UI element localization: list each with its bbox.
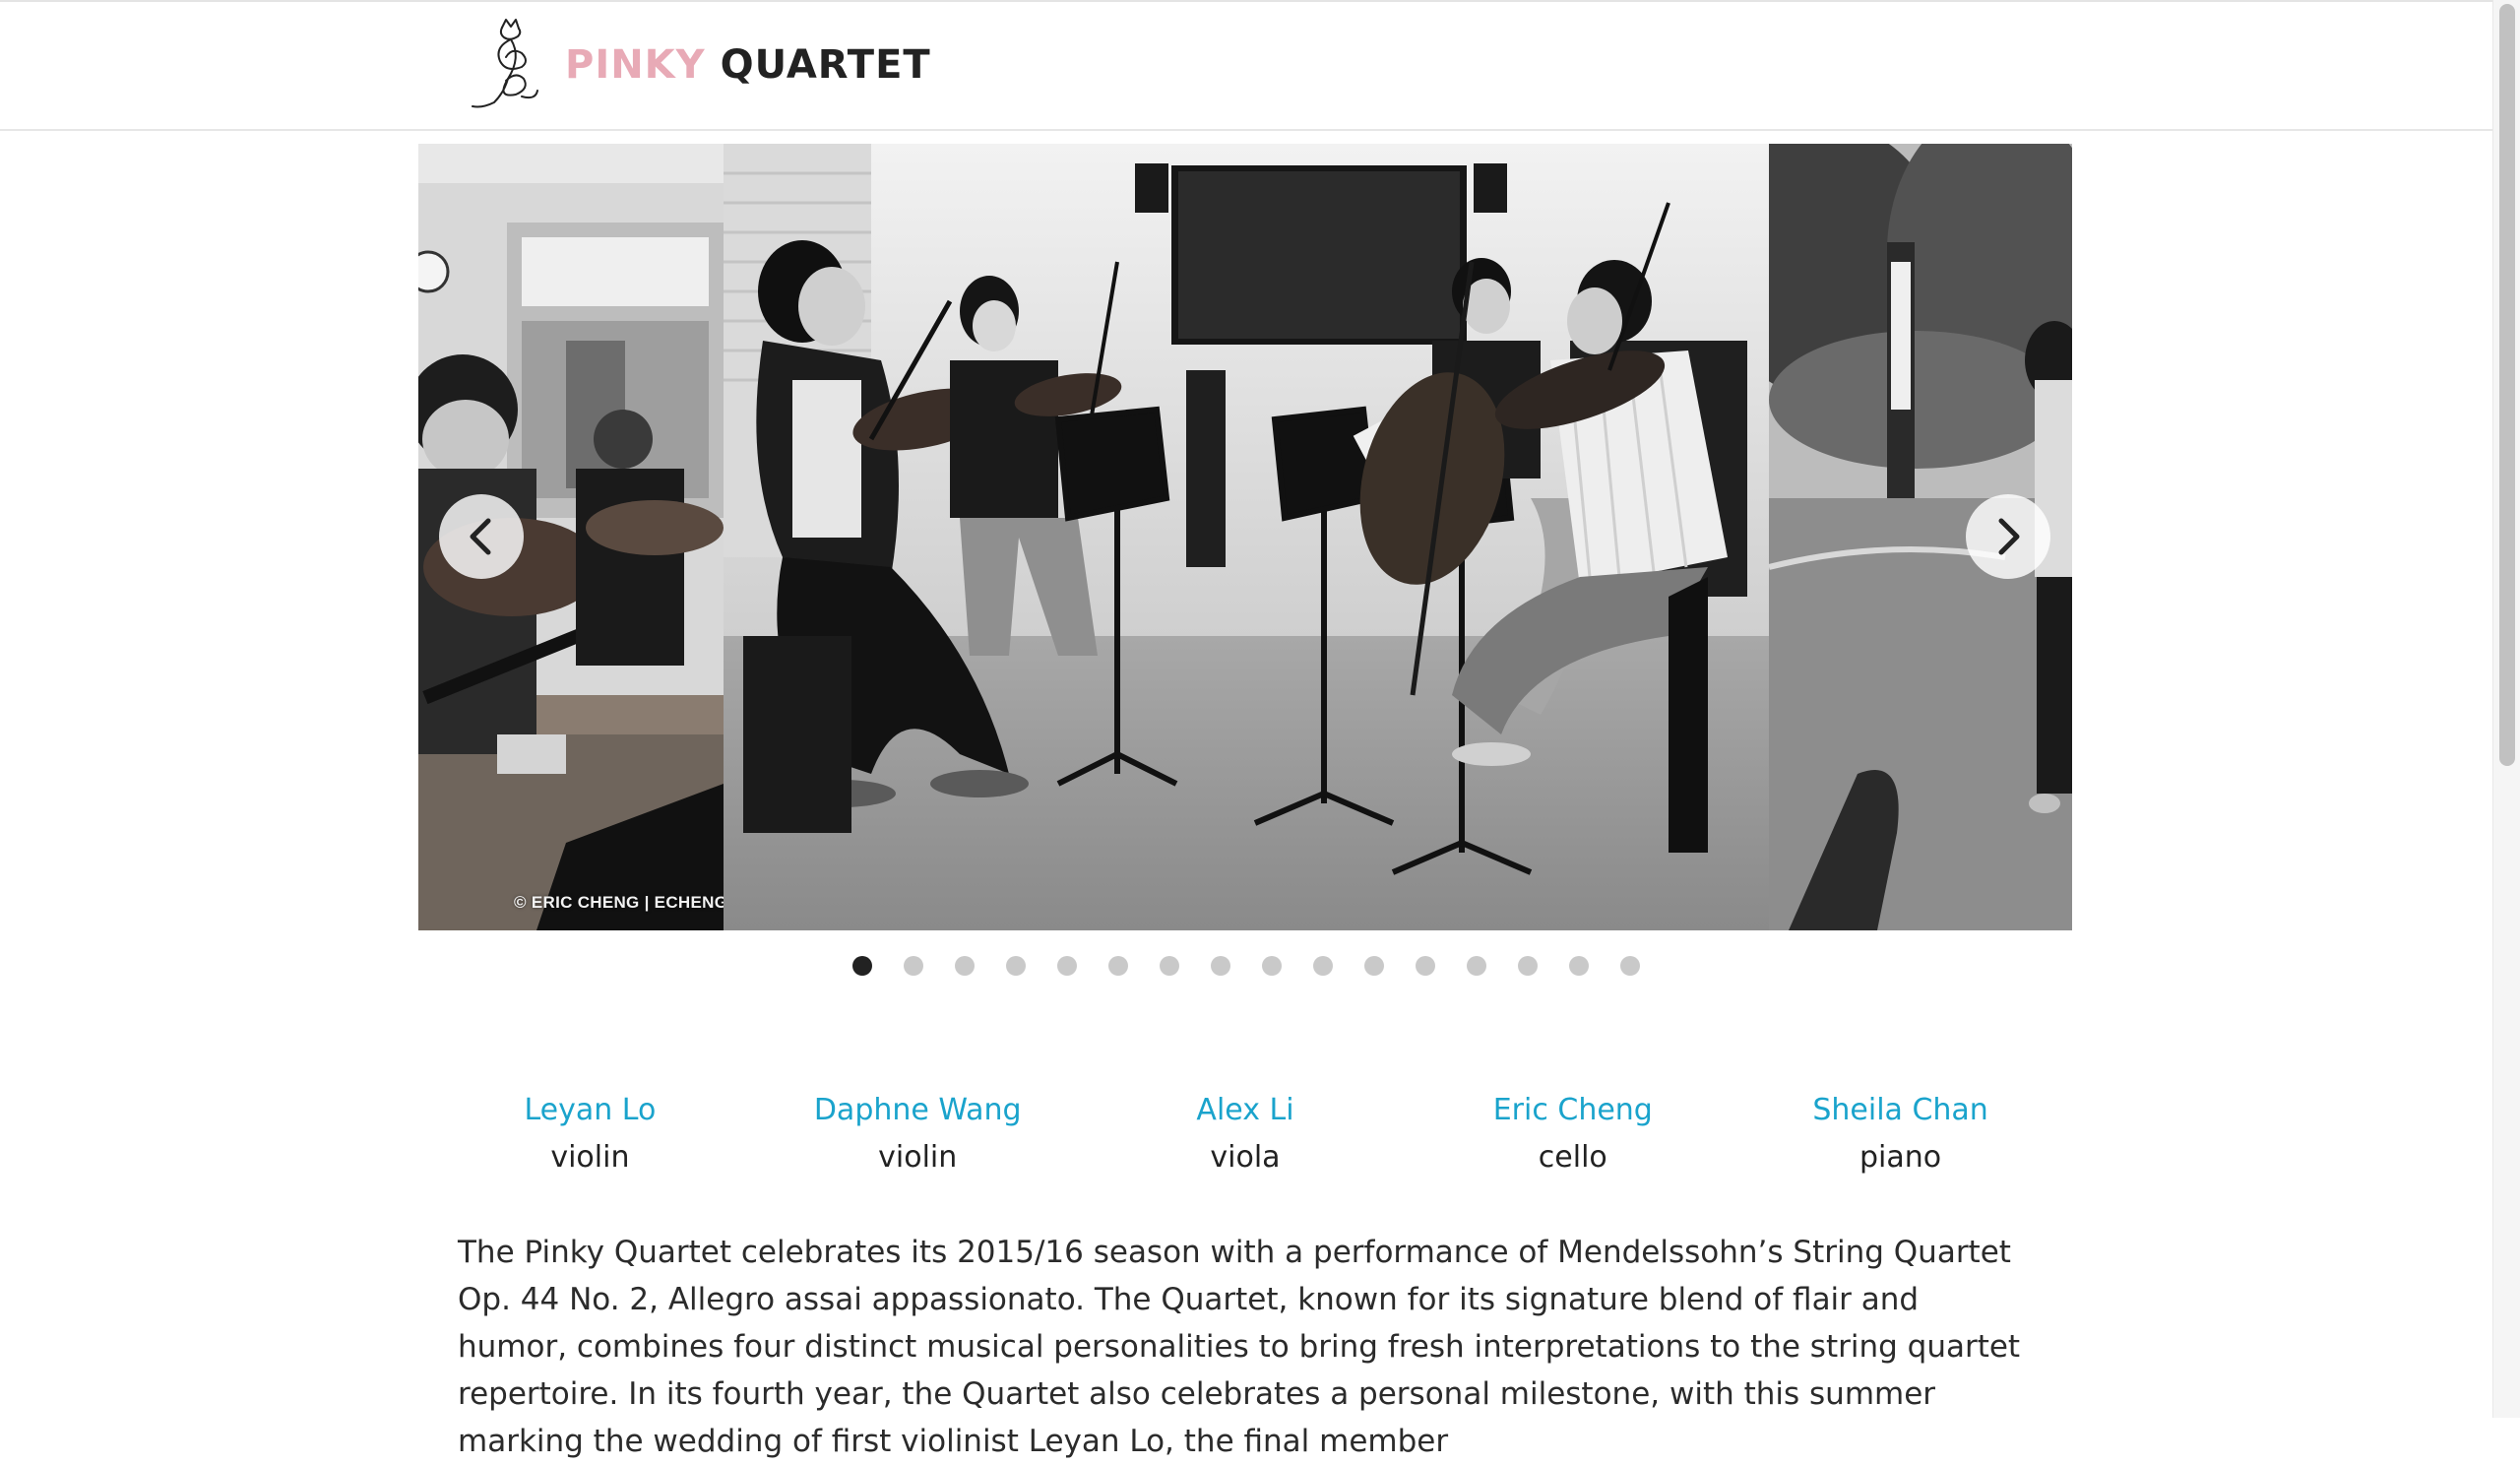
member-list: Leyan Lo violin Daphne Wang violin Alex … <box>426 1087 2064 1181</box>
brand-name-pink: PINKY <box>565 41 706 88</box>
member-card: Sheila Chan piano <box>1736 1087 2064 1181</box>
carousel-dot[interactable] <box>955 956 975 976</box>
carousel-dot[interactable] <box>1262 956 1282 976</box>
intro-paragraph: The Pinky Quartet celebrates its 2015/16… <box>458 1235 2021 1459</box>
member-card: Leyan Lo violin <box>426 1087 754 1181</box>
brand-name-dark: QUARTET <box>720 41 931 88</box>
brand-name: PINKY QUARTET <box>565 42 931 88</box>
carousel-dot[interactable] <box>1160 956 1179 976</box>
carousel-dot[interactable] <box>1057 956 1077 976</box>
member-name-link[interactable]: Leyan Lo <box>426 1087 754 1134</box>
photo-credit-watermark: © ERIC CHENG | ECHENG. <box>514 893 724 912</box>
cat-treble-clef-icon <box>472 19 538 108</box>
carousel-dot[interactable] <box>1211 956 1230 976</box>
carousel-next-button[interactable] <box>1966 494 2050 579</box>
carousel-prev-button[interactable] <box>439 494 524 579</box>
photo-carousel: © ERIC CHENG | ECHENG. <box>418 144 2072 930</box>
member-name-link[interactable]: Alex Li <box>1082 1087 1410 1134</box>
carousel-pagination <box>852 956 1671 976</box>
carousel-dot[interactable] <box>1569 956 1589 976</box>
member-instrument: piano <box>1859 1140 1942 1175</box>
page-scrollbar[interactable] <box>2492 0 2520 1418</box>
member-name-link[interactable]: Eric Cheng <box>1409 1087 1736 1134</box>
carousel-dot[interactable] <box>1364 956 1384 976</box>
carousel-dot[interactable] <box>1108 956 1128 976</box>
carousel-dot[interactable] <box>1518 956 1538 976</box>
carousel-dot[interactable] <box>904 956 923 976</box>
logo-link[interactable]: PINKY QUARTET <box>465 18 931 111</box>
scrollbar-thumb[interactable] <box>2499 4 2515 766</box>
carousel-slide-active <box>724 144 1769 930</box>
member-card: Alex Li viola <box>1082 1087 1410 1181</box>
member-name-link[interactable]: Daphne Wang <box>754 1087 1082 1134</box>
member-instrument: cello <box>1538 1140 1607 1175</box>
carousel-dot[interactable] <box>1416 956 1435 976</box>
carousel-dot[interactable] <box>1313 956 1333 976</box>
chevron-left-icon <box>470 518 491 555</box>
carousel-dot[interactable] <box>1467 956 1486 976</box>
site-header: PINKY QUARTET <box>0 0 2492 131</box>
chevron-right-icon <box>1998 518 2020 555</box>
member-name-link[interactable]: Sheila Chan <box>1736 1087 2064 1134</box>
carousel-dot[interactable] <box>852 956 872 976</box>
carousel-dot[interactable] <box>1620 956 1640 976</box>
quartet-rehearsal-photo <box>724 144 1769 930</box>
member-card: Eric Cheng cello <box>1409 1087 1736 1181</box>
member-instrument: violin <box>550 1140 630 1175</box>
carousel-dot[interactable] <box>1006 956 1026 976</box>
member-instrument: viola <box>1210 1140 1281 1175</box>
member-instrument: violin <box>878 1140 958 1175</box>
member-card: Daphne Wang violin <box>754 1087 1082 1181</box>
